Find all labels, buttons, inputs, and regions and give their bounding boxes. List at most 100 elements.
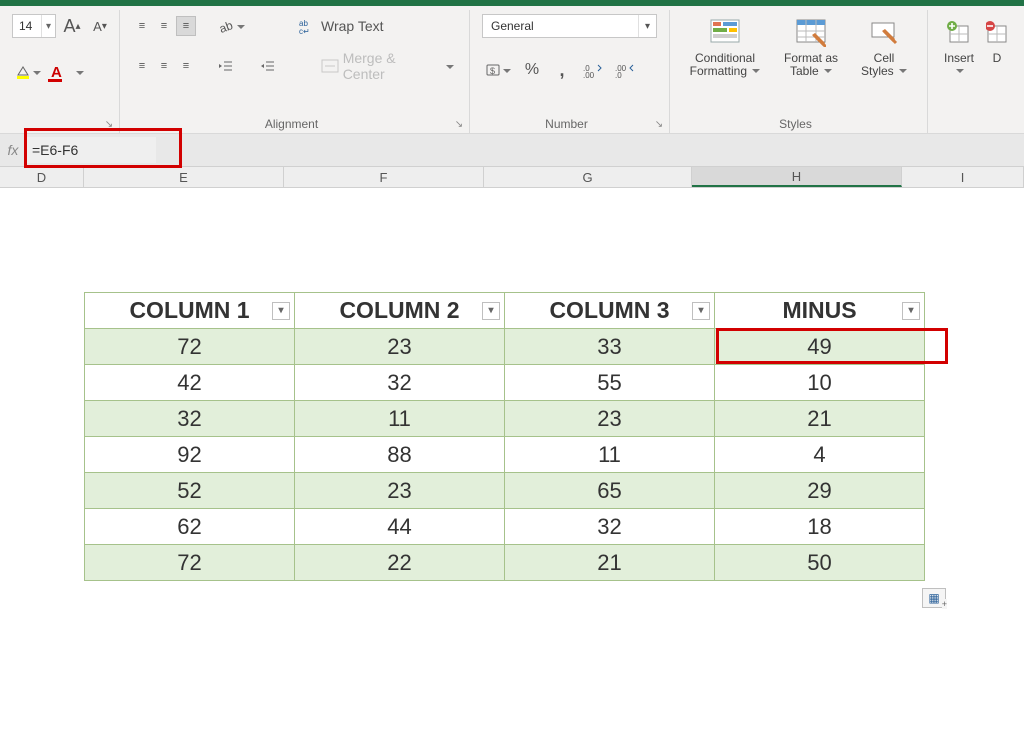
table-cell[interactable]: 49 bbox=[715, 329, 925, 365]
formula-bar: fx bbox=[0, 134, 1024, 166]
chevron-down-icon[interactable] bbox=[31, 64, 41, 80]
table-cell[interactable]: 44 bbox=[295, 509, 505, 545]
align-right-button[interactable]: ≡ bbox=[176, 56, 196, 76]
chevron-down-icon[interactable] bbox=[501, 62, 511, 78]
decrease-indent-button[interactable] bbox=[214, 54, 238, 78]
fill-color-button[interactable] bbox=[12, 60, 44, 84]
table-cell[interactable]: 22 bbox=[295, 545, 505, 581]
chevron-down-icon[interactable] bbox=[235, 18, 245, 34]
align-left-button[interactable]: ≡ bbox=[132, 56, 152, 76]
format-as-table-icon bbox=[794, 16, 828, 50]
table-header: MINUS▾ bbox=[715, 293, 925, 329]
chevron-down-icon[interactable]: ▾ bbox=[638, 15, 656, 37]
chevron-down-icon[interactable] bbox=[74, 64, 84, 80]
table-cell[interactable]: 42 bbox=[85, 365, 295, 401]
increase-decimal-button[interactable]: .0.00 bbox=[580, 58, 606, 82]
table-row: 72222150 bbox=[85, 545, 925, 581]
percent-format-button[interactable]: % bbox=[520, 58, 544, 82]
decrease-font-button[interactable]: A▾ bbox=[88, 14, 112, 38]
align-middle-button[interactable]: ≡ bbox=[154, 16, 174, 36]
table-cell[interactable]: 32 bbox=[295, 365, 505, 401]
merge-center-button[interactable]: Merge & Center bbox=[318, 54, 457, 78]
table-cell[interactable]: 55 bbox=[505, 365, 715, 401]
currency-icon: $ bbox=[485, 62, 501, 78]
delete-cells-button[interactable]: D bbox=[982, 14, 1012, 65]
table-cell[interactable]: 92 bbox=[85, 437, 295, 473]
table-cell[interactable]: 4 bbox=[715, 437, 925, 473]
font-color-button[interactable]: A bbox=[48, 60, 87, 84]
filter-dropdown-icon[interactable]: ▾ bbox=[482, 302, 500, 320]
table-cell[interactable]: 72 bbox=[85, 329, 295, 365]
ribbon-group-font: 14 ▾ A▴ A▾ A ↘ bbox=[0, 10, 120, 133]
table-cell[interactable]: 32 bbox=[85, 401, 295, 437]
table-cell[interactable]: 29 bbox=[715, 473, 925, 509]
decrease-font-icon: A bbox=[93, 19, 102, 34]
dialog-launcher-icon[interactable]: ↘ bbox=[103, 118, 115, 130]
merge-center-label: Merge & Center bbox=[343, 50, 440, 82]
table-cell[interactable]: 62 bbox=[85, 509, 295, 545]
column-header-G[interactable]: G bbox=[484, 167, 692, 187]
fx-icon[interactable]: fx bbox=[0, 142, 22, 158]
filter-dropdown-icon[interactable]: ▾ bbox=[272, 302, 290, 320]
filter-dropdown-icon[interactable]: ▾ bbox=[902, 302, 920, 320]
cell-styles-button[interactable]: Cell Styles bbox=[854, 14, 914, 77]
chevron-down-icon[interactable] bbox=[750, 64, 760, 78]
formula-input[interactable] bbox=[26, 137, 156, 163]
group-label: Styles bbox=[670, 117, 921, 131]
table-cell[interactable]: 21 bbox=[505, 545, 715, 581]
chevron-down-icon[interactable] bbox=[897, 64, 907, 78]
insert-cells-label: Insert bbox=[944, 51, 974, 65]
format-as-table-button[interactable]: Format as Table bbox=[772, 14, 850, 77]
decrease-decimal-button[interactable]: .00.0 bbox=[612, 58, 638, 82]
chevron-down-icon[interactable] bbox=[444, 58, 454, 74]
column-header-H[interactable]: H bbox=[692, 167, 902, 187]
table-header-label: COLUMN 2 bbox=[339, 297, 459, 323]
table-header-label: COLUMN 3 bbox=[549, 297, 669, 323]
horizontal-align-buttons: ≡ ≡ ≡ bbox=[132, 56, 196, 76]
spreadsheet-grid[interactable]: COLUMN 1▾COLUMN 2▾COLUMN 3▾MINUS▾ 722333… bbox=[0, 188, 1024, 747]
dialog-launcher-icon[interactable]: ↘ bbox=[653, 118, 665, 130]
chevron-down-icon[interactable] bbox=[822, 64, 832, 78]
chevron-down-icon[interactable] bbox=[954, 64, 964, 78]
font-size-combo[interactable]: 14 ▾ bbox=[12, 14, 56, 38]
table-cell[interactable]: 21 bbox=[715, 401, 925, 437]
wrap-text-button[interactable]: abc↵ Wrap Text bbox=[296, 14, 387, 38]
table-cell[interactable]: 23 bbox=[295, 473, 505, 509]
table-row: 9288114 bbox=[85, 437, 925, 473]
conditional-formatting-button[interactable]: Conditional Formatting bbox=[682, 14, 768, 77]
column-header-D[interactable]: D bbox=[0, 167, 84, 187]
table-cell[interactable]: 52 bbox=[85, 473, 295, 509]
table-cell[interactable]: 32 bbox=[505, 509, 715, 545]
align-center-button[interactable]: ≡ bbox=[154, 56, 174, 76]
svg-text:.0: .0 bbox=[615, 71, 622, 78]
orientation-button[interactable]: ab bbox=[214, 14, 248, 38]
table-cell[interactable]: 33 bbox=[505, 329, 715, 365]
table-cell[interactable]: 23 bbox=[295, 329, 505, 365]
autofill-options-button[interactable]: ▦ + bbox=[922, 588, 946, 608]
table-cell[interactable]: 18 bbox=[715, 509, 925, 545]
dialog-launcher-icon[interactable]: ↘ bbox=[453, 118, 465, 130]
filter-dropdown-icon[interactable]: ▾ bbox=[692, 302, 710, 320]
table-cell[interactable]: 10 bbox=[715, 365, 925, 401]
table-cell[interactable]: 88 bbox=[295, 437, 505, 473]
column-header-E[interactable]: E bbox=[84, 167, 284, 187]
table-cell[interactable]: 23 bbox=[505, 401, 715, 437]
align-top-button[interactable]: ≡ bbox=[132, 16, 152, 36]
chevron-down-icon[interactable]: ▾ bbox=[41, 15, 55, 37]
column-header-F[interactable]: F bbox=[284, 167, 484, 187]
column-header-I[interactable]: I bbox=[902, 167, 1024, 187]
table-cell[interactable]: 72 bbox=[85, 545, 295, 581]
table-cell[interactable]: 65 bbox=[505, 473, 715, 509]
table-cell[interactable]: 11 bbox=[295, 401, 505, 437]
insert-cells-button[interactable]: Insert bbox=[940, 14, 978, 77]
comma-format-button[interactable]: , bbox=[550, 58, 574, 82]
accounting-format-button[interactable]: $ bbox=[482, 58, 514, 82]
table-row: 62443218 bbox=[85, 509, 925, 545]
increase-indent-button[interactable] bbox=[256, 54, 280, 78]
table-cell[interactable]: 11 bbox=[505, 437, 715, 473]
table-cell[interactable]: 50 bbox=[715, 545, 925, 581]
plus-icon: + bbox=[942, 599, 947, 609]
align-bottom-button[interactable]: ≡ bbox=[176, 16, 196, 36]
number-format-combo[interactable]: General ▾ bbox=[482, 14, 657, 38]
increase-font-button[interactable]: A▴ bbox=[60, 14, 84, 38]
